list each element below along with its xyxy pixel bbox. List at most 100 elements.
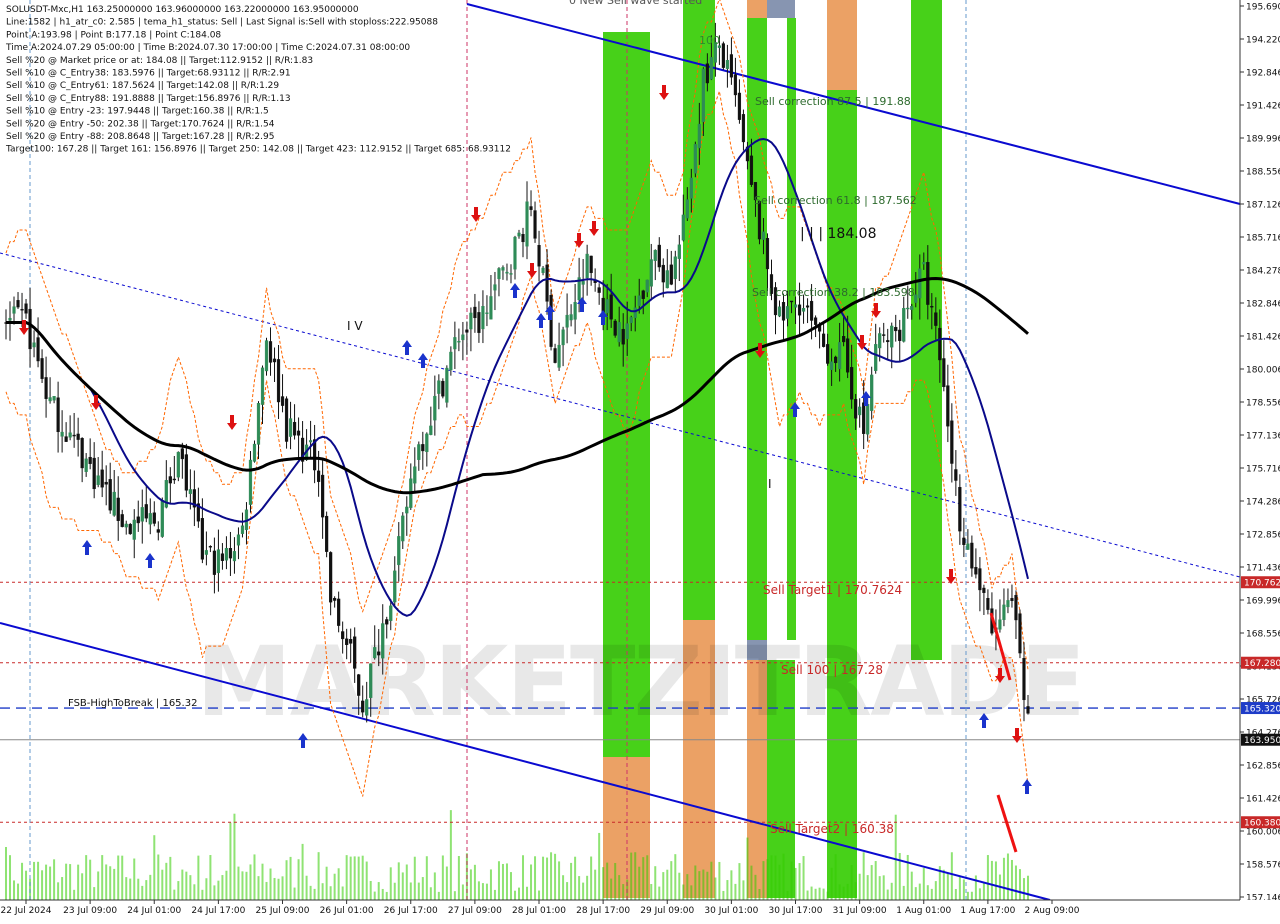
candle-body [393, 570, 397, 603]
candle-body [557, 344, 561, 368]
candle-body [669, 264, 673, 285]
candle-body [333, 598, 337, 601]
candle-body [240, 525, 245, 534]
volume-bar [469, 869, 472, 900]
candle-body [942, 358, 946, 388]
volume-bar [994, 861, 997, 900]
volume-bar [389, 867, 392, 900]
candle-body [361, 700, 365, 713]
volume-bar [157, 854, 160, 900]
candle-body [100, 469, 104, 488]
header-line-3: Time A:2024.07.29 05:00:00 | Time B:2024… [5, 43, 410, 53]
candle-body [212, 550, 217, 575]
candle-body [781, 302, 786, 321]
label-sell-correction-618: Sell correction 61.8 | 187.562 [754, 194, 917, 207]
volume-bar [902, 885, 905, 900]
candle-body [918, 268, 922, 299]
candle-body [830, 361, 834, 370]
volume-bar [481, 883, 484, 900]
candle-body [180, 448, 184, 460]
volume-bar [578, 876, 581, 900]
candle-body [854, 399, 858, 419]
volume-bar [513, 890, 516, 900]
candle-body [834, 356, 838, 364]
volume-bar [461, 884, 464, 900]
candle-body [573, 302, 577, 320]
volume-bar [566, 882, 569, 900]
candle-body [850, 367, 854, 400]
candle-body [785, 306, 790, 319]
chart-canvas[interactable]: MARKETZITRADE Sell correction 87.5 | 191… [0, 0, 1280, 920]
candle-body [292, 421, 297, 436]
candle-body [433, 395, 437, 421]
volume-bar [722, 890, 725, 900]
label-wave-ii: I [768, 477, 772, 491]
candle-body [176, 451, 180, 478]
volume-bar [790, 861, 793, 900]
volume-bar [810, 886, 813, 900]
volume-bar [698, 871, 701, 900]
volume-bar [33, 861, 36, 900]
volume-bar [766, 859, 769, 900]
candle-body [160, 500, 164, 537]
signal-band-5-0 [787, 18, 796, 640]
label-sell-100: Sell 100 | 167.28 [781, 663, 883, 677]
candle-body [589, 255, 593, 274]
price-tick-label: 185.716 [1246, 234, 1280, 244]
candle-body [108, 479, 112, 511]
volume-bar [986, 855, 989, 900]
volume-bar [49, 866, 52, 900]
candle-body [661, 264, 665, 283]
candle-body [148, 513, 152, 525]
candle-body [268, 341, 273, 363]
candle-body [56, 397, 60, 433]
candle-body [625, 323, 629, 340]
price-tick-label: 171.436 [1246, 564, 1280, 574]
volume-bar [209, 855, 212, 900]
volume-bar [345, 855, 348, 900]
volume-bar [273, 877, 276, 900]
candle-body [886, 340, 890, 343]
volume-bar [149, 874, 152, 900]
volume-bar [846, 883, 849, 900]
volume-bar [485, 883, 488, 900]
candle-body [741, 114, 746, 143]
header-line-2: Point A:193.98 | Point B:177.18 | Point … [6, 30, 221, 40]
time-axis: 22 Jul 2024 23 Jul 09:00 24 Jul 01:00 24 Ju… [0, 899, 1280, 920]
candle-body [946, 385, 950, 427]
volume-bar [838, 884, 841, 900]
candle-body [72, 434, 76, 437]
volume-bar [241, 871, 244, 900]
candle-body [537, 245, 541, 267]
candle-body [890, 325, 894, 348]
candle-body [986, 598, 990, 610]
volume-bar [281, 876, 284, 900]
candle-body [16, 300, 20, 308]
candle-body [260, 367, 265, 405]
candle-body [184, 454, 188, 491]
volume-bar [265, 881, 268, 900]
volume-bar [550, 852, 553, 900]
candle-body [341, 631, 345, 640]
volume-bar [141, 885, 144, 900]
candle-body [613, 320, 617, 336]
volume-bar [353, 856, 356, 900]
volume-bar [433, 872, 436, 900]
volume-bar [746, 837, 749, 900]
candle-body [188, 489, 192, 494]
candle-body [1010, 598, 1014, 601]
candle-body [457, 340, 461, 343]
volume-bar [305, 875, 308, 900]
time-tick-label: 25 Jul 09:00 [256, 906, 310, 916]
price-tick-label: 194.220 [1246, 36, 1280, 46]
volume-bar [674, 854, 677, 900]
candle-body [224, 548, 229, 561]
header-line-4: Sell %20 @ Market price or at: 184.08 ||… [6, 56, 313, 66]
volume-bar [802, 856, 805, 900]
volume-bar [638, 866, 641, 900]
candle-body [970, 542, 974, 569]
candle-body [673, 256, 677, 280]
candle-body [645, 279, 649, 293]
candle-body [401, 515, 405, 542]
volume-bar [385, 891, 388, 900]
